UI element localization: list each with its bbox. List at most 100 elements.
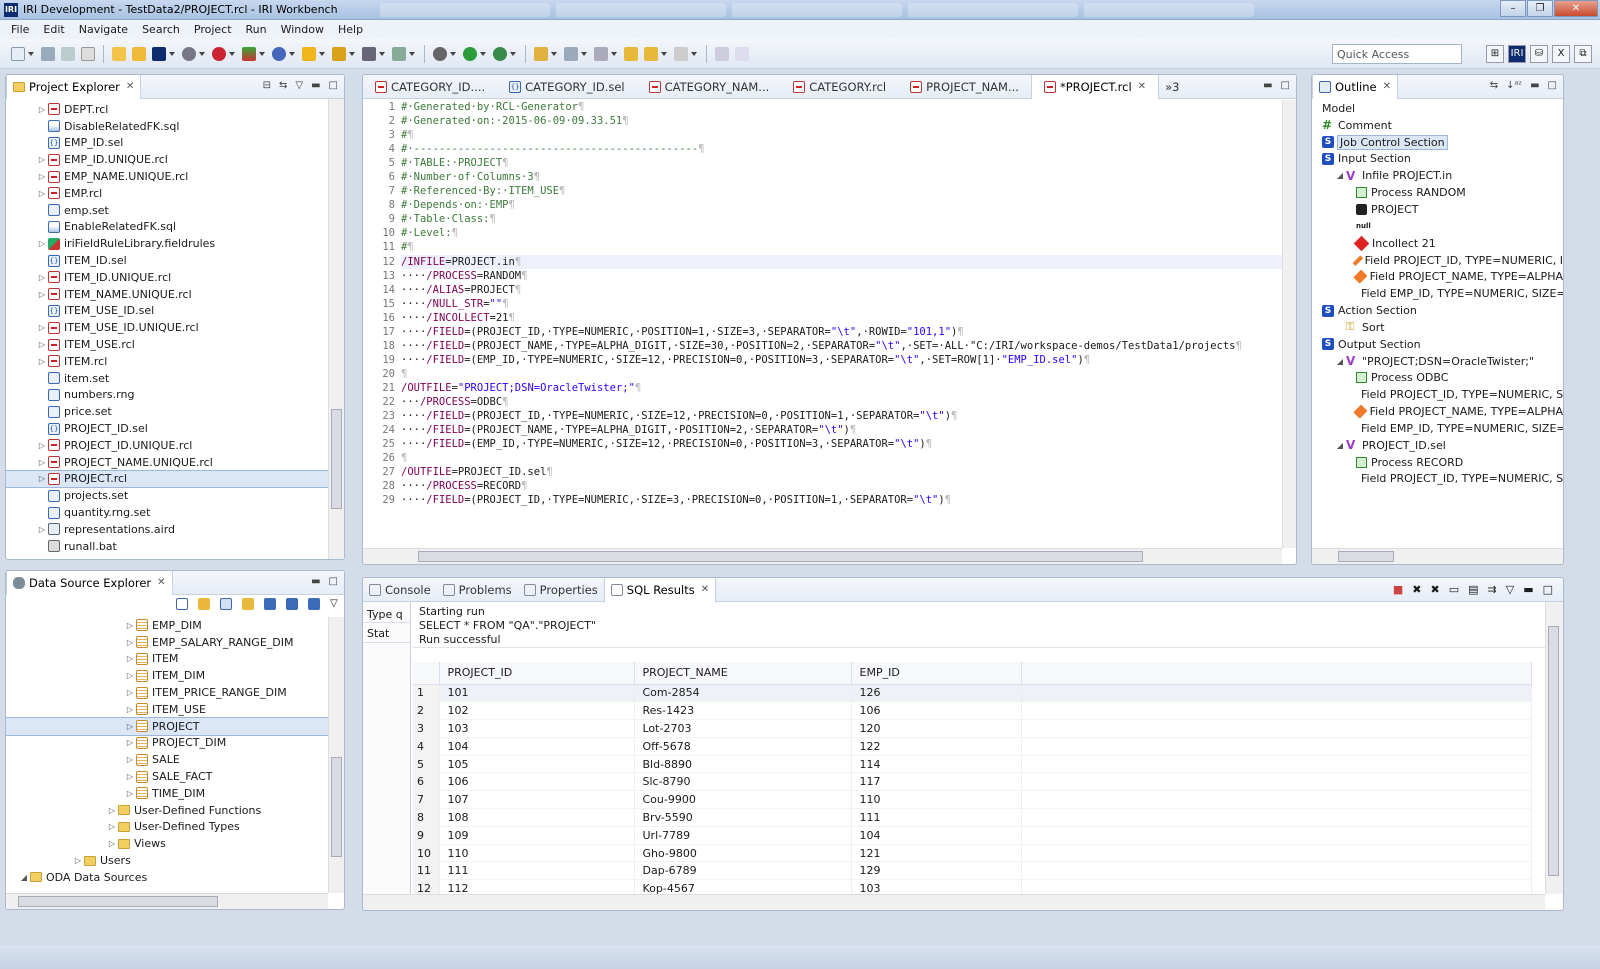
tools-icon[interactable]	[362, 46, 376, 61]
outline-item[interactable]: ◢ V "PROJECT;DSN=OracleTwister;"	[1316, 353, 1563, 370]
project-explorer-scrollbar[interactable]	[328, 99, 344, 559]
close-icon[interactable]: ✕	[1138, 81, 1146, 92]
data-source-tree-item[interactable]: ▷ Users	[6, 852, 328, 869]
table-cell[interactable]: 121	[851, 844, 1022, 863]
save-icon[interactable]	[41, 46, 55, 61]
table-row[interactable]: 7 107 Cou-9900 110	[413, 790, 1532, 810]
status-header[interactable]: Stat	[363, 623, 410, 643]
code-line[interactable]: /OUTFILE=PROJECT_ID.sel¶	[401, 465, 1282, 479]
table-cell[interactable]: 102	[439, 701, 635, 721]
forward-icon[interactable]	[674, 46, 688, 61]
outline-item[interactable]: ◢ V Infile PROJECT.in	[1316, 167, 1563, 184]
expand-arrow-icon[interactable]: ▷	[124, 654, 136, 663]
project-tree-item[interactable]: item.set	[6, 370, 328, 387]
run-icon[interactable]	[463, 46, 477, 61]
code-line[interactable]: #·Number·of·Columns·3¶	[401, 170, 1282, 184]
collapse-arrow-icon[interactable]: ◢	[1334, 441, 1346, 450]
sort-az-icon[interactable]: ↓ᵃᶻ	[1506, 80, 1522, 91]
dropdown-arrow-icon[interactable]	[551, 51, 557, 56]
table-cell[interactable]: 103	[851, 879, 1022, 894]
data-source-tree-item[interactable]: ▷ EMP_DIM	[6, 617, 328, 634]
tab-data-source-explorer[interactable]: Data Source Explorer ✕	[6, 571, 173, 595]
table-cell[interactable]: Gho-9800	[634, 844, 852, 863]
code-line[interactable]: ····/PROCESS=RANDOM¶	[401, 269, 1282, 283]
table-row[interactable]: 5 105 Bld-8890 114	[413, 755, 1532, 774]
dropdown-arrow-icon[interactable]	[319, 51, 325, 56]
project-tree-item[interactable]: price.set	[6, 403, 328, 420]
expand-arrow-icon[interactable]: ▷	[36, 105, 48, 114]
lightning-icon[interactable]	[332, 46, 346, 61]
save-icon[interactable]	[308, 598, 320, 610]
tab-outline[interactable]: Outline ✕	[1312, 75, 1398, 99]
menu-file[interactable]: File	[11, 23, 29, 36]
editor-tab[interactable]: PROJECT_NAM...	[898, 75, 1031, 99]
minimize-icon[interactable]: ▬	[1263, 80, 1272, 91]
table-row[interactable]: 3 103 Lot-2703 120	[413, 719, 1532, 738]
table-cell[interactable]: 112	[439, 879, 635, 894]
project-tree-item[interactable]: projects.set	[6, 487, 328, 504]
data-source-tree-item[interactable]: ▷ PROJECT	[6, 716, 328, 736]
text-mode-icon[interactable]: ▤	[1468, 583, 1478, 596]
code-line[interactable]: #·Generated·by·RCL·Generator¶	[401, 100, 1282, 114]
import-icon[interactable]	[264, 598, 276, 610]
outline-item[interactable]: S Output Section	[1316, 336, 1563, 353]
view-menu-icon[interactable]: ▽	[1506, 583, 1514, 596]
table-cell[interactable]: 110	[851, 790, 1022, 810]
project-tree-item[interactable]: ▷ PROJECT_NAME.UNIQUE.rcl	[6, 454, 328, 471]
code-line[interactable]: ····/FIELD=(PROJECT_ID,·TYPE=NUMERIC,·SI…	[401, 409, 1282, 423]
new-icon[interactable]	[11, 46, 25, 61]
code-line[interactable]: /INFILE=PROJECT.in¶	[401, 254, 1282, 269]
code-line[interactable]: ····/FIELD=(EMP_ID,·TYPE=NUMERIC,·SIZE=1…	[401, 437, 1282, 451]
project-tree-item[interactable]: ▷ ITEM_USE.rcl	[6, 336, 328, 353]
database-perspective-icon[interactable]: ⛁	[1530, 45, 1548, 63]
table-cell[interactable]: 129	[851, 861, 1022, 881]
type-query-header[interactable]: Type q	[363, 602, 410, 623]
expand-arrow-icon[interactable]: ◢	[18, 873, 30, 882]
editor-tab[interactable]: CATEGORY_NAM...	[637, 75, 782, 99]
close-icon[interactable]: ✕	[126, 81, 134, 92]
data-source-tree-item[interactable]: ▷ ITEM_DIM	[6, 667, 328, 684]
outline-item[interactable]: ⚿ Sort	[1316, 319, 1563, 336]
expand-arrow-icon[interactable]: ▷	[124, 755, 136, 764]
data-source-tree-item[interactable]: ▷ User-Defined Functions	[6, 802, 328, 819]
edit-icon[interactable]	[735, 46, 749, 61]
code-line[interactable]: ¶	[401, 451, 1282, 465]
xml-perspective-icon[interactable]: X	[1552, 45, 1570, 63]
minimize-icon[interactable]: ▬	[311, 80, 320, 91]
open-folder-icon[interactable]	[112, 46, 126, 61]
outline-item[interactable]: S Action Section	[1316, 302, 1563, 319]
project-tree-item[interactable]: ▷ iriFieldRuleLibrary.fieldrules	[6, 235, 328, 252]
table-cell[interactable]: 110	[439, 844, 635, 863]
table-row[interactable]: 10 110 Gho-9800 121	[413, 844, 1532, 863]
expand-arrow-icon[interactable]: ▷	[36, 525, 48, 534]
project-tree-item[interactable]: EnableRelatedFK.sql	[6, 219, 328, 236]
quick-access-input[interactable]: Quick Access	[1332, 44, 1462, 64]
maximize-icon[interactable]: □	[1281, 80, 1290, 91]
table-row[interactable]: 6 106 Slc-8790 117	[413, 772, 1532, 792]
project-tree-item[interactable]: runall.bat	[6, 538, 328, 555]
data-source-tree-item[interactable]: ▷ ITEM_USE	[6, 701, 328, 718]
table-cell[interactable]: 103	[439, 719, 635, 738]
outline-item[interactable]: Process RANDOM	[1316, 184, 1563, 201]
expand-arrow-icon[interactable]: ▷	[106, 822, 118, 831]
data-wizard-icon[interactable]	[212, 46, 226, 61]
results-hscrollbar[interactable]	[363, 894, 1545, 910]
link-icon[interactable]	[198, 598, 210, 610]
code-line[interactable]: ····/INCOLLECT=21¶	[401, 311, 1282, 325]
outline-item[interactable]: null	[1316, 218, 1563, 235]
table-cell[interactable]: 101	[439, 684, 635, 703]
minimize-window-button[interactable]: –	[1500, 0, 1526, 17]
outline-item[interactable]: PROJECT	[1316, 201, 1563, 218]
data-source-tree-item[interactable]: ▷ User-Defined Types	[6, 819, 328, 836]
table-cell[interactable]: Com-2854	[634, 684, 852, 703]
editor-tab[interactable]: CATEGORY.rcl	[781, 75, 898, 99]
data-source-tree-item[interactable]: ▷ PROJECT_DIM	[6, 735, 328, 752]
expand-arrow-icon[interactable]: ▷	[124, 738, 136, 747]
table-cell[interactable]: 104	[439, 737, 635, 756]
table-cell[interactable]: 111	[439, 861, 635, 881]
project-tree-item[interactable]: quantity.rng.set	[6, 504, 328, 521]
data-source-tree-item[interactable]: ◢ ODA Data Sources	[6, 869, 328, 886]
outline-item[interactable]: Field EMP_ID, TYPE=NUMERIC, SIZE=	[1316, 285, 1563, 302]
project-tree-item[interactable]: ▷ representations.aird	[6, 521, 328, 538]
dropdown-arrow-icon[interactable]	[661, 51, 667, 56]
